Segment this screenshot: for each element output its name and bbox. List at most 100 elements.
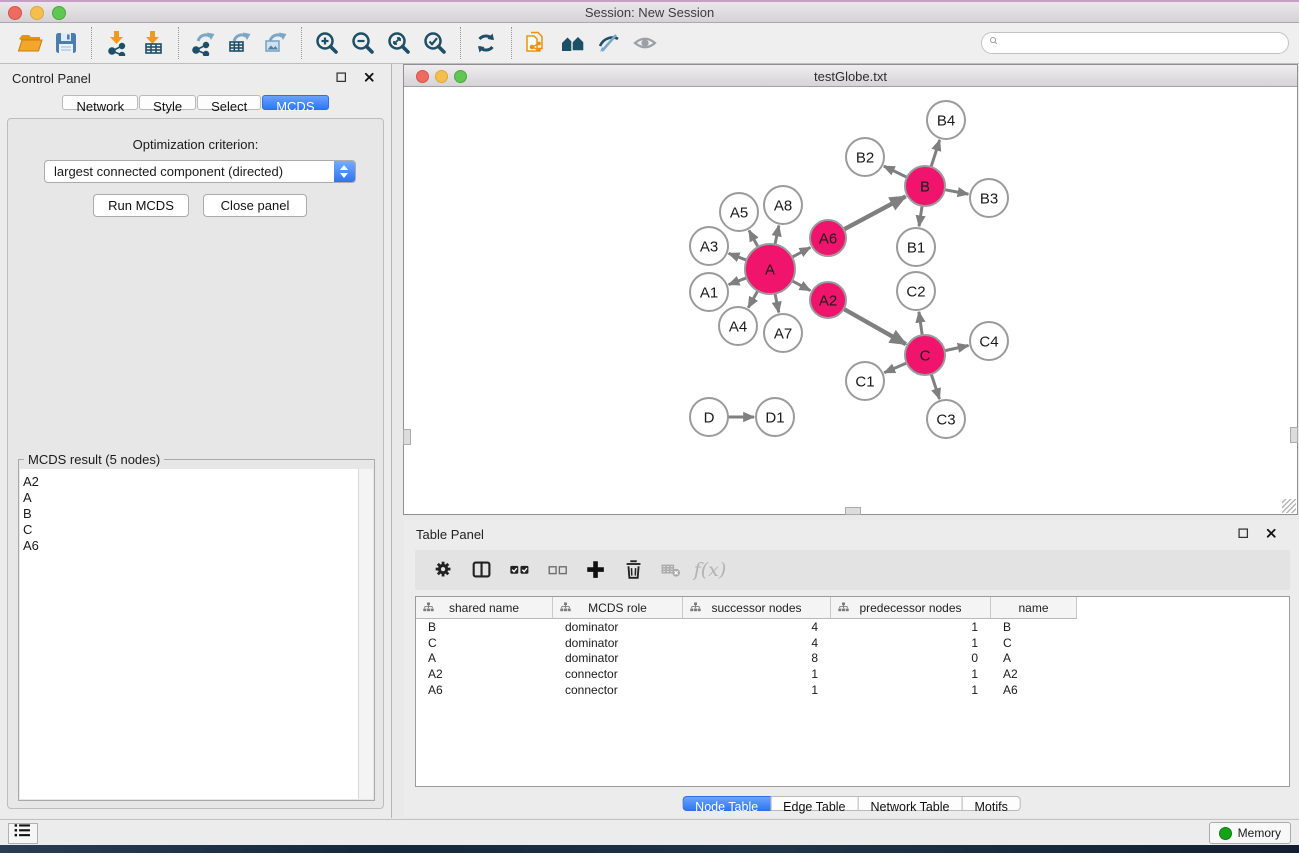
graph-edge-C-C2[interactable] [919,312,922,335]
table-row[interactable]: Adominator80A [416,650,1289,666]
graph-node-A6[interactable]: A6 [810,220,846,256]
table-row[interactable]: A2connector11A2 [416,666,1289,682]
zoom-out-icon[interactable] [345,26,381,60]
column-header-name[interactable]: name [991,597,1077,619]
graph-node-A4[interactable]: A4 [719,307,757,345]
graph-node-B1[interactable]: B1 [897,228,935,266]
tab-network[interactable]: Network [62,95,138,110]
graph-node-C3[interactable]: C3 [927,400,965,438]
graph-edge-B-B2[interactable] [884,166,907,177]
float-panel-icon[interactable] [335,71,353,89]
tab-edge-table[interactable]: Edge Table [770,796,858,811]
graph-node-A8[interactable]: A8 [764,186,802,224]
graph-edge-A-A5[interactable] [749,230,758,247]
mcds-result-item[interactable]: A6 [20,538,359,554]
tab-node-table[interactable]: Node Table [682,796,771,811]
graph-node-C4[interactable]: C4 [970,322,1008,360]
graph-node-B2[interactable]: B2 [846,138,884,176]
column-header-shared-name[interactable]: shared name [416,597,553,619]
mcds-result-list[interactable]: A2ABCA6 [20,469,359,799]
table-row[interactable]: Cdominator41C [416,635,1289,651]
refresh-layout-icon[interactable] [468,26,504,60]
graph-node-A5[interactable]: A5 [720,193,758,231]
tab-style[interactable]: Style [139,95,196,110]
graph-edge-A6-B[interactable] [844,196,906,229]
delete-table-icon[interactable] [653,555,691,585]
graph-edge-C-C3[interactable] [931,374,939,399]
graph-node-A7[interactable]: A7 [764,314,802,352]
close-panel-button[interactable]: Close panel [203,194,307,217]
delete-columns-icon[interactable] [615,555,653,585]
graph-edge-A2-C[interactable] [844,309,906,344]
tab-select[interactable]: Select [197,95,261,110]
graph-edge-B-B4[interactable] [931,140,940,167]
graph-node-B4[interactable]: B4 [927,101,965,139]
graph-edge-A-A7[interactable] [775,293,779,312]
open-file-icon[interactable] [12,26,48,60]
export-image-icon[interactable] [258,26,294,60]
first-neighbors-icon[interactable] [555,26,591,60]
graph-edge-A-A2[interactable] [792,281,810,291]
zoom-fit-icon[interactable] [381,26,417,60]
import-network-icon[interactable] [99,26,135,60]
memory-button[interactable]: Memory [1209,822,1291,844]
graph-node-C2[interactable]: C2 [897,272,935,310]
graph-node-C1[interactable]: C1 [846,362,884,400]
graph-node-B3[interactable]: B3 [970,179,1008,217]
canvas-left-scroll-thumb[interactable] [403,429,411,445]
show-panel-list-button[interactable] [8,823,38,844]
graph-edge-B-B1[interactable] [919,206,922,226]
graph-edge-B-B3[interactable] [945,190,969,194]
result-list-scrollbar[interactable] [358,469,373,799]
table-float-panel-icon[interactable] [1237,527,1255,545]
graph-edge-C-C1[interactable] [884,363,906,373]
save-session-icon[interactable] [48,26,84,60]
graph-edge-A-A3[interactable] [729,253,747,260]
network-from-file-icon[interactable] [519,26,555,60]
table-close-panel-icon[interactable] [1265,527,1283,545]
search-input[interactable] [981,32,1289,54]
zoom-selected-icon[interactable] [417,26,453,60]
select-all-columns-icon[interactable] [501,555,539,585]
graph-edge-C-C4[interactable] [945,345,969,350]
tab-network-table[interactable]: Network Table [858,796,963,811]
graph-edge-A-A8[interactable] [775,226,779,245]
graph-edge-A-A6[interactable] [792,247,810,257]
graph-node-D1[interactable]: D1 [756,398,794,436]
window-resize-grip[interactable] [1282,499,1296,513]
tab-motifs[interactable]: Motifs [961,796,1020,811]
graph-node-D[interactable]: D [690,398,728,436]
mcds-result-item[interactable]: A2 [20,474,359,490]
export-network-icon[interactable] [186,26,222,60]
close-panel-icon[interactable] [363,71,381,89]
criterion-select[interactable]: largest connected component (directed) [44,160,356,183]
export-table-icon[interactable] [222,26,258,60]
graph-node-A1[interactable]: A1 [690,273,728,311]
function-builder-icon[interactable]: f(x) [691,555,729,585]
graph-edge-A-A4[interactable] [748,291,757,308]
table-row[interactable]: Bdominator41B [416,619,1289,635]
add-column-icon[interactable] [577,555,615,585]
tab-mcds[interactable]: MCDS [262,95,328,110]
graph-edge-A-A1[interactable] [729,278,747,285]
table-settings-icon[interactable] [425,555,463,585]
show-graphics-details-icon[interactable] [627,26,663,60]
import-table-icon[interactable] [135,26,171,60]
canvas-bottom-scroll-thumb[interactable] [845,507,861,515]
hide-graphics-details-icon[interactable] [591,26,627,60]
run-mcds-button[interactable]: Run MCDS [93,194,189,217]
mcds-result-item[interactable]: B [20,506,359,522]
column-header-predecessor-nodes[interactable]: predecessor nodes [831,597,991,619]
canvas-right-scroll-thumb[interactable] [1290,427,1298,443]
deselect-all-columns-icon[interactable] [539,555,577,585]
column-header-successor-nodes[interactable]: successor nodes [683,597,831,619]
mcds-result-item[interactable]: C [20,522,359,538]
mcds-result-item[interactable]: A [20,490,359,506]
graph-node-C[interactable]: C [905,335,945,375]
split-panel-icon[interactable] [463,555,501,585]
graph-node-A3[interactable]: A3 [690,227,728,265]
graph-node-A2[interactable]: A2 [810,282,846,318]
zoom-in-icon[interactable] [309,26,345,60]
network-canvas[interactable]: B4B2BB3A5A8A6B1A3AC2A1A2A4A7C4CC1C3DD1 [404,87,1297,514]
table-row[interactable]: A6connector11A6 [416,682,1289,698]
